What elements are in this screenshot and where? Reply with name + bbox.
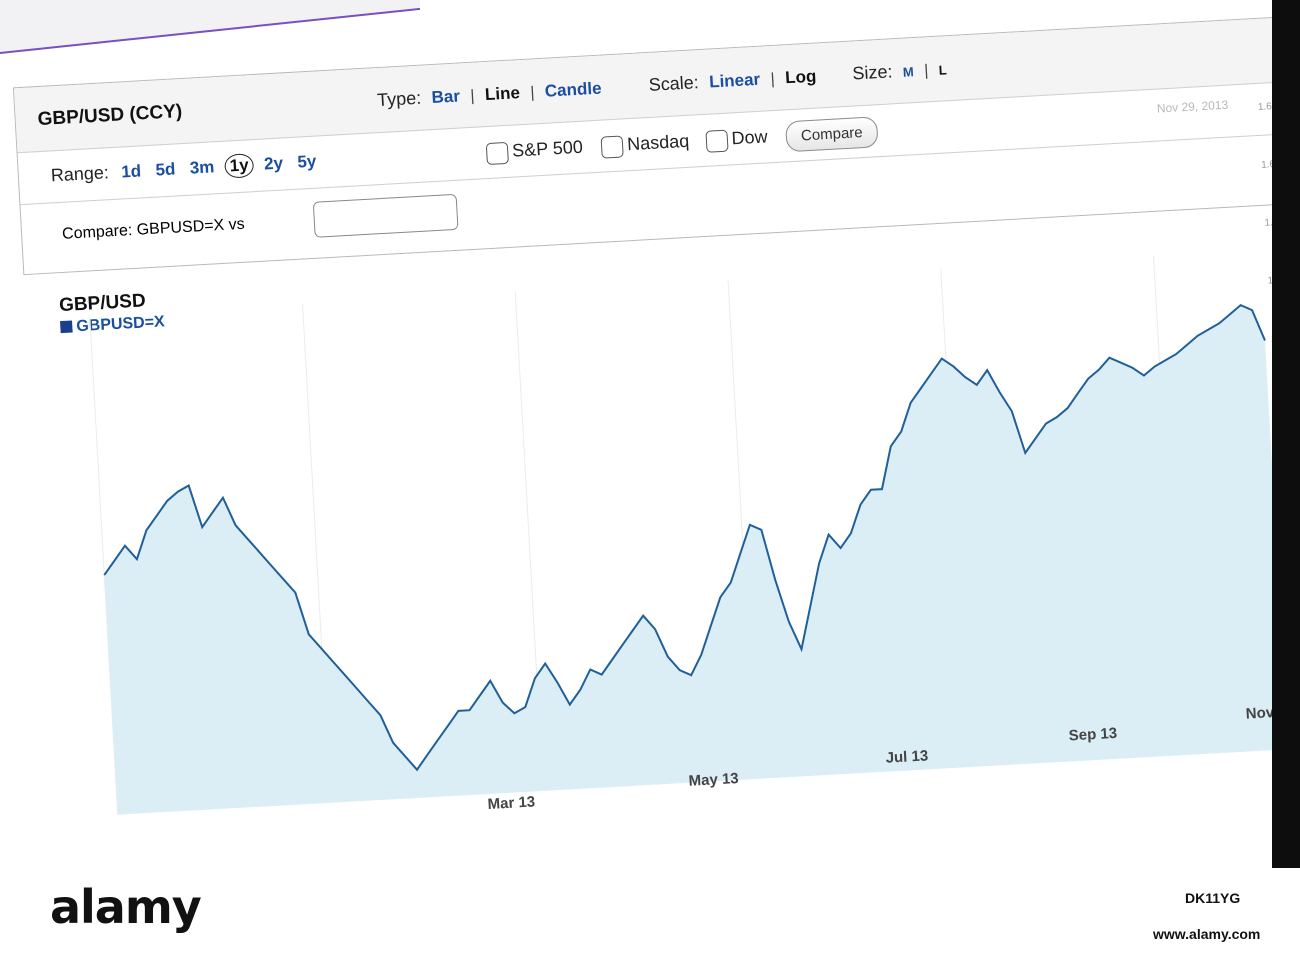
x-label-jul: Jul 13: [885, 747, 929, 767]
x-label-mar: Mar 13: [487, 793, 536, 814]
monitor-bezel: [1272, 0, 1300, 868]
stock-url: www.alamy.com: [1153, 926, 1261, 942]
x-label-may: May 13: [688, 769, 740, 790]
screen: GBP/USD (CCY) Type: Bar | Line | Candle …: [0, 0, 1300, 868]
chart-page: GBP/USD (CCY) Type: Bar | Line | Candle …: [0, 0, 1300, 868]
image-id: DK11YG: [1185, 890, 1241, 906]
alamy-logo: alamy: [50, 880, 202, 934]
x-label-sep: Sep 13: [1068, 724, 1118, 745]
